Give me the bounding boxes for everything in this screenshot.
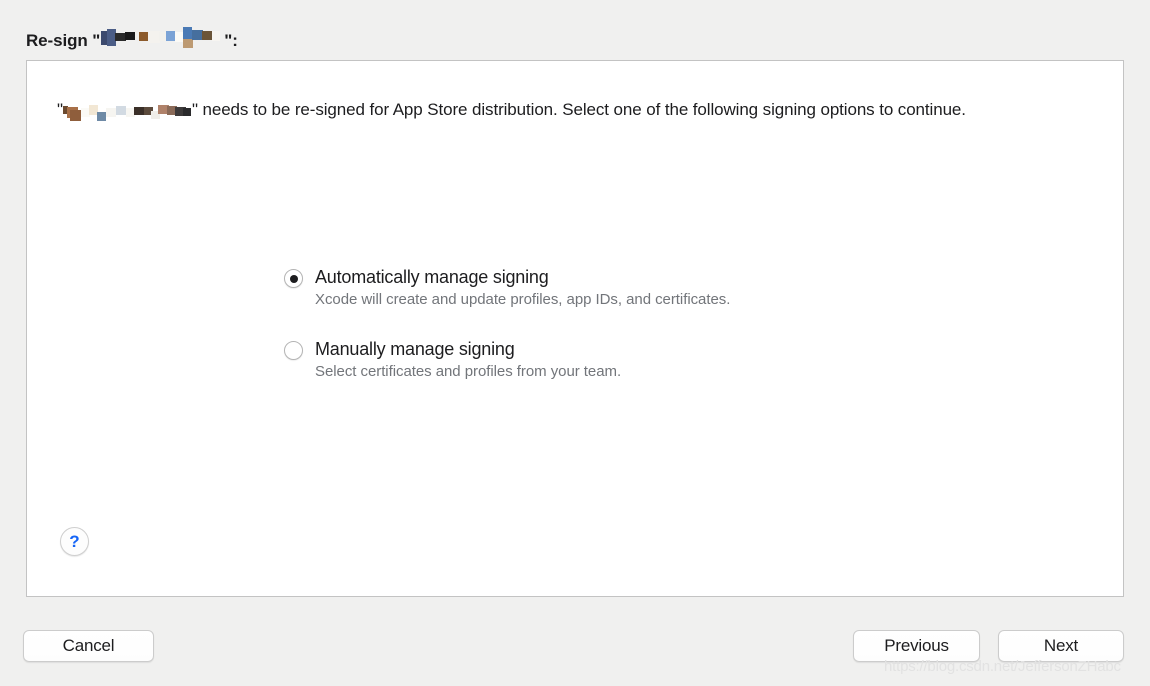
- signing-options-panel: " " needs to be re-signed for App Store d…: [26, 60, 1124, 597]
- radio-label-automatic: Automatically manage signing: [315, 267, 549, 287]
- radio-option-manual[interactable]: Manually manage signing Select certifica…: [284, 338, 730, 382]
- signing-options-radio-group: Automatically manage signing Xcode will …: [284, 266, 730, 382]
- radio-label-manual: Manually manage signing: [315, 339, 515, 359]
- radio-button-automatic[interactable]: [284, 269, 303, 288]
- radio-dot-icon: [289, 274, 298, 283]
- redacted-app-name-title: [101, 27, 223, 49]
- cancel-button[interactable]: Cancel: [23, 630, 154, 662]
- dialog-title-close-quote: ":: [224, 31, 238, 50]
- panel-message: " " needs to be re-signed for App Store d…: [57, 97, 1073, 123]
- radio-button-manual[interactable]: [284, 341, 303, 360]
- question-mark-icon: ?: [69, 531, 80, 551]
- dialog-title-open-quote: ": [92, 31, 101, 50]
- radio-option-automatic[interactable]: Automatically manage signing Xcode will …: [284, 266, 730, 310]
- radio-sublabel-manual: Select certificates and profiles from yo…: [315, 363, 622, 380]
- dialog-title-prefix: Re-sign: [26, 31, 88, 50]
- dialog-title: Re-sign " ":: [26, 24, 238, 51]
- help-button[interactable]: ?: [60, 527, 89, 556]
- radio-sublabel-automatic: Xcode will create and update profiles, a…: [315, 291, 731, 308]
- redacted-app-name-body: [62, 104, 191, 124]
- watermark: https://blog.csdn.net/JeffersonZHabc: [884, 658, 1121, 675]
- message-body: needs to be re-signed for App Store dist…: [197, 100, 966, 119]
